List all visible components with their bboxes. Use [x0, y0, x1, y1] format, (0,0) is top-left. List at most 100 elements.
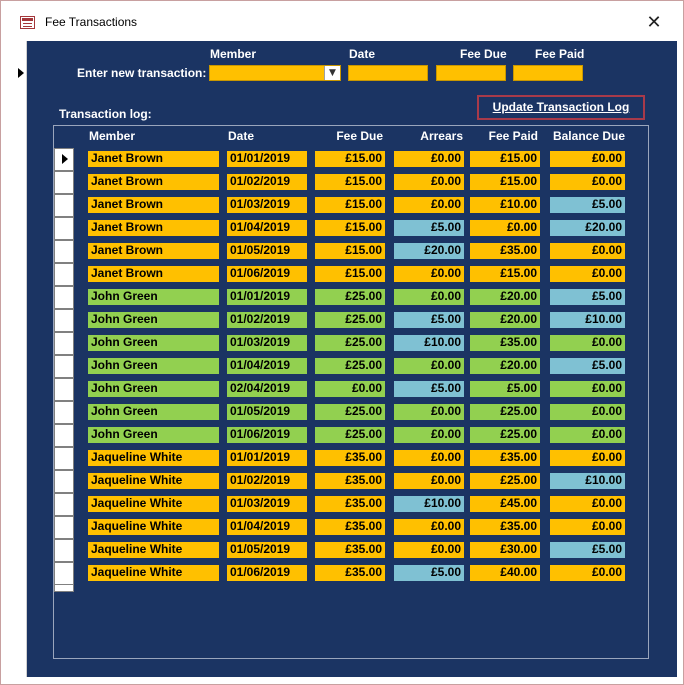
record-selector[interactable]	[54, 401, 74, 424]
cell-fee-paid[interactable]: £35.00	[470, 450, 540, 466]
record-selector[interactable]	[54, 263, 74, 286]
cell-member[interactable]: Janet Brown	[88, 174, 219, 190]
cell-balance-due[interactable]: £0.00	[550, 174, 625, 190]
cell-arrears[interactable]: £5.00	[394, 381, 464, 397]
cell-arrears[interactable]: £0.00	[394, 450, 464, 466]
record-selector[interactable]	[54, 447, 74, 470]
cell-arrears[interactable]: £0.00	[394, 266, 464, 282]
cell-balance-due[interactable]: £5.00	[550, 358, 625, 374]
cell-member[interactable]: John Green	[88, 404, 219, 420]
cell-date[interactable]: 01/01/2019	[227, 289, 307, 305]
cell-date[interactable]: 01/04/2019	[227, 519, 307, 535]
cell-date[interactable]: 01/06/2019	[227, 427, 307, 443]
record-selector[interactable]	[54, 194, 74, 217]
cell-member[interactable]: John Green	[88, 312, 219, 328]
cell-date[interactable]: 01/05/2019	[227, 404, 307, 420]
cell-arrears[interactable]: £5.00	[394, 565, 464, 581]
cell-member[interactable]: John Green	[88, 335, 219, 351]
cell-fee-paid[interactable]: £0.00	[470, 220, 540, 236]
cell-fee-paid[interactable]: £15.00	[470, 174, 540, 190]
cell-arrears[interactable]: £0.00	[394, 542, 464, 558]
cell-fee-due[interactable]: £15.00	[315, 220, 385, 236]
cell-date[interactable]: 01/01/2019	[227, 151, 307, 167]
cell-balance-due[interactable]: £20.00	[550, 220, 625, 236]
cell-fee-due[interactable]: £25.00	[315, 358, 385, 374]
cell-member[interactable]: Jaqueline White	[88, 496, 219, 512]
form-record-selector[interactable]	[11, 41, 27, 677]
cell-balance-due[interactable]: £5.00	[550, 197, 625, 213]
cell-arrears[interactable]: £0.00	[394, 404, 464, 420]
cell-fee-paid[interactable]: £35.00	[470, 243, 540, 259]
cell-member[interactable]: Janet Brown	[88, 220, 219, 236]
cell-date[interactable]: 01/05/2019	[227, 243, 307, 259]
cell-date[interactable]: 01/03/2019	[227, 335, 307, 351]
cell-date[interactable]: 01/03/2019	[227, 197, 307, 213]
cell-fee-due[interactable]: £15.00	[315, 266, 385, 282]
cell-date[interactable]: 01/02/2019	[227, 312, 307, 328]
cell-fee-paid[interactable]: £15.00	[470, 151, 540, 167]
chevron-down-icon[interactable]: ▼	[324, 66, 340, 80]
cell-arrears[interactable]: £0.00	[394, 358, 464, 374]
cell-date[interactable]: 01/06/2019	[227, 266, 307, 282]
cell-arrears[interactable]: £5.00	[394, 220, 464, 236]
cell-member[interactable]: John Green	[88, 427, 219, 443]
cell-balance-due[interactable]: £0.00	[550, 404, 625, 420]
record-selector[interactable]	[54, 217, 74, 240]
cell-member[interactable]: John Green	[88, 381, 219, 397]
cell-date[interactable]: 01/04/2019	[227, 220, 307, 236]
cell-date[interactable]: 01/04/2019	[227, 358, 307, 374]
cell-fee-due[interactable]: £35.00	[315, 473, 385, 489]
cell-fee-due[interactable]: £0.00	[315, 381, 385, 397]
cell-balance-due[interactable]: £0.00	[550, 427, 625, 443]
cell-fee-paid[interactable]: £45.00	[470, 496, 540, 512]
cell-member[interactable]: Jaqueline White	[88, 519, 219, 535]
cell-balance-due[interactable]: £0.00	[550, 243, 625, 259]
cell-arrears[interactable]: £5.00	[394, 312, 464, 328]
cell-fee-paid[interactable]: £40.00	[470, 565, 540, 581]
cell-date[interactable]: 01/01/2019	[227, 450, 307, 466]
cell-member[interactable]: Jaqueline White	[88, 542, 219, 558]
cell-fee-paid[interactable]: £20.00	[470, 312, 540, 328]
cell-fee-paid[interactable]: £30.00	[470, 542, 540, 558]
cell-arrears[interactable]: £10.00	[394, 496, 464, 512]
close-icon[interactable]: ✕	[637, 9, 671, 37]
cell-arrears[interactable]: £0.00	[394, 519, 464, 535]
record-selector[interactable]	[54, 424, 74, 447]
cell-balance-due[interactable]: £10.00	[550, 473, 625, 489]
cell-balance-due[interactable]: £0.00	[550, 496, 625, 512]
record-selector[interactable]	[54, 516, 74, 539]
cell-member[interactable]: John Green	[88, 289, 219, 305]
record-selector[interactable]	[54, 493, 74, 516]
cell-fee-due[interactable]: £15.00	[315, 197, 385, 213]
cell-fee-paid[interactable]: £5.00	[470, 381, 540, 397]
cell-date[interactable]: 01/05/2019	[227, 542, 307, 558]
cell-arrears[interactable]: £0.00	[394, 289, 464, 305]
cell-member[interactable]: Janet Brown	[88, 151, 219, 167]
cell-date[interactable]: 01/06/2019	[227, 565, 307, 581]
cell-fee-due[interactable]: £25.00	[315, 289, 385, 305]
cell-arrears[interactable]: £0.00	[394, 427, 464, 443]
record-selector[interactable]	[54, 309, 74, 332]
cell-fee-paid[interactable]: £35.00	[470, 335, 540, 351]
cell-date[interactable]: 01/02/2019	[227, 473, 307, 489]
cell-balance-due[interactable]: £0.00	[550, 565, 625, 581]
cell-balance-due[interactable]: £10.00	[550, 312, 625, 328]
cell-date[interactable]: 02/04/2019	[227, 381, 307, 397]
cell-fee-paid[interactable]: £25.00	[470, 473, 540, 489]
cell-member[interactable]: Janet Brown	[88, 197, 219, 213]
cell-arrears[interactable]: £0.00	[394, 197, 464, 213]
cell-fee-paid[interactable]: £25.00	[470, 404, 540, 420]
cell-balance-due[interactable]: £0.00	[550, 519, 625, 535]
fee-paid-field[interactable]	[513, 65, 583, 81]
cell-arrears[interactable]: £20.00	[394, 243, 464, 259]
cell-fee-paid[interactable]: £15.00	[470, 266, 540, 282]
fee-due-field[interactable]	[436, 65, 506, 81]
cell-member[interactable]: Janet Brown	[88, 243, 219, 259]
cell-fee-paid[interactable]: £10.00	[470, 197, 540, 213]
record-selector[interactable]	[54, 240, 74, 263]
cell-fee-paid[interactable]: £20.00	[470, 289, 540, 305]
cell-date[interactable]: 01/02/2019	[227, 174, 307, 190]
record-selector[interactable]	[54, 470, 74, 493]
cell-balance-due[interactable]: £5.00	[550, 289, 625, 305]
cell-member[interactable]: Janet Brown	[88, 266, 219, 282]
